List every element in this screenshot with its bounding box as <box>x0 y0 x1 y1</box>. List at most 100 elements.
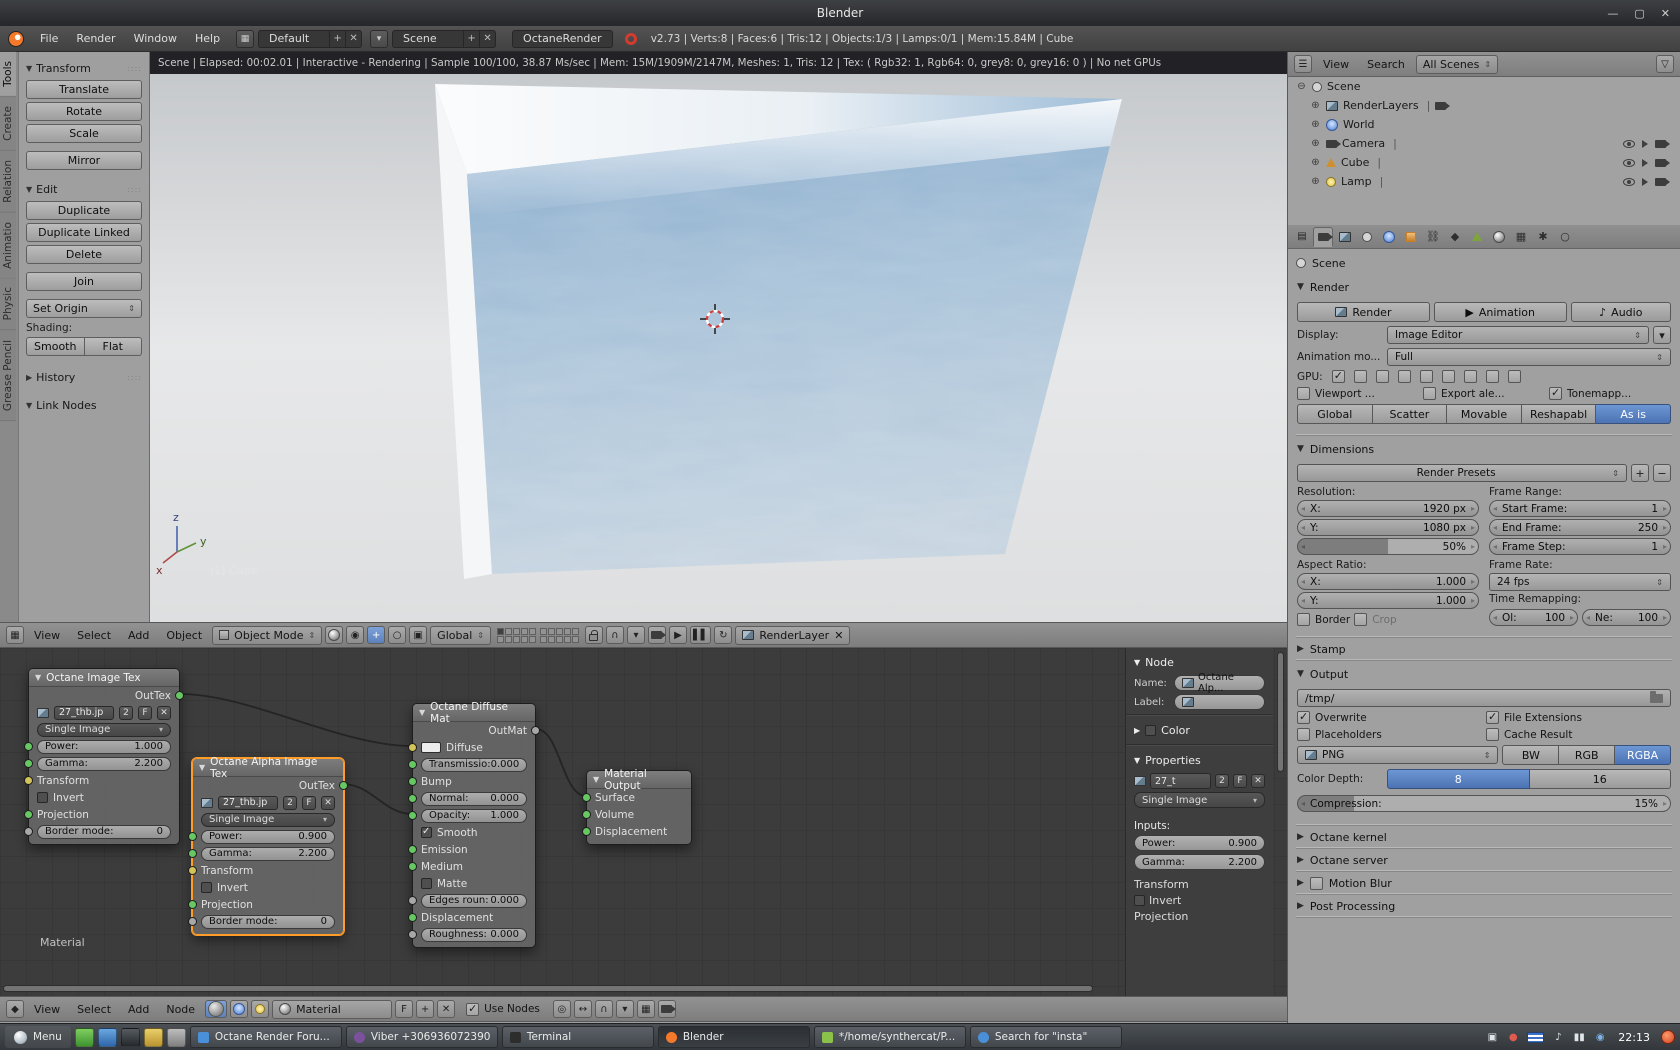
keyboard-layout-flag-icon[interactable] <box>1527 1031 1545 1043</box>
view-menu[interactable]: View <box>27 1001 67 1018</box>
menu-file[interactable]: File <box>32 30 66 47</box>
unlink-icon[interactable]: ✕ <box>321 795 335 810</box>
render-engine-selector[interactable]: OctaneRender <box>512 29 613 48</box>
object-menu[interactable]: Object <box>159 627 209 644</box>
taskbar-window-blender[interactable]: Blender <box>657 1026 810 1048</box>
pivot-dropdown[interactable]: ◉ <box>346 626 365 644</box>
tab-modifiers-icon[interactable]: ◆ <box>1445 227 1465 247</box>
translate-button[interactable]: Translate <box>26 80 142 99</box>
border-mode-field[interactable]: Border mode: 0 <box>201 914 335 929</box>
select-menu[interactable]: Select <box>70 627 118 644</box>
renderability-icon[interactable] <box>1655 158 1670 167</box>
power-field[interactable]: Power: 1.000 <box>37 739 171 754</box>
editor-type-button[interactable]: ▤ <box>1293 228 1311 246</box>
stamp-panel-header[interactable]: ▶ Stamp <box>1297 638 1671 660</box>
remap-new-field[interactable]: Ne: 100 <box>1582 609 1671 626</box>
refresh-render-button[interactable]: ↻ <box>714 626 733 644</box>
output-panel-header[interactable]: ▼ Output <box>1297 663 1671 685</box>
projection-socket[interactable] <box>24 810 33 819</box>
view-menu[interactable]: View <box>1316 56 1356 73</box>
opengl-render-button[interactable] <box>647 626 667 644</box>
maximize-icon[interactable]: ▢ <box>1634 7 1644 20</box>
unlink-icon[interactable]: ✕ <box>157 705 171 720</box>
placeholders-toggle[interactable]: Placeholders <box>1297 728 1482 741</box>
cache-result-checkbox[interactable] <box>1486 728 1499 741</box>
layer-grid-2[interactable] <box>539 627 579 643</box>
normal-field[interactable]: Normal: 0.000 <box>421 791 527 806</box>
node-name-field[interactable]: Octane Alp... <box>1174 672 1265 694</box>
outliner-item-world[interactable]: ⊕ World <box>1288 115 1680 134</box>
tab-tools[interactable]: Tools <box>0 52 16 97</box>
gpu-2-checkbox[interactable] <box>1375 370 1389 383</box>
render-image-button[interactable]: Render <box>1297 302 1430 322</box>
gpu-7-checkbox[interactable] <box>1485 370 1499 383</box>
gpu-6-checkbox[interactable] <box>1463 370 1477 383</box>
gpu-4-checkbox[interactable] <box>1419 370 1433 383</box>
history-panel-header[interactable]: ▶ History :::: <box>26 368 142 386</box>
image-source-dropdown[interactable]: Single Image ▾ <box>37 722 171 737</box>
rotate-button[interactable]: Rotate <box>26 102 142 121</box>
render-audio-button[interactable]: ♪ Audio <box>1570 302 1671 322</box>
tab-grease-pencil[interactable]: Grease Pencil <box>0 330 16 421</box>
node-material-output[interactable]: ▼ Material Output Surface Volume Displac… <box>582 768 692 845</box>
color-rgb-button[interactable]: RGB <box>1559 745 1616 765</box>
post-processing-panel-header[interactable]: ▶ Post Processing <box>1297 895 1671 917</box>
border-checkbox[interactable] <box>1297 613 1310 626</box>
gpu-main-checkbox[interactable] <box>1331 369 1345 383</box>
editor-launcher-icon[interactable] <box>166 1027 186 1047</box>
shader-type-lamp-button[interactable] <box>251 1000 270 1018</box>
gpu-3-checkbox[interactable] <box>1397 370 1411 383</box>
menu-window[interactable]: Window <box>126 30 185 47</box>
gamma-field[interactable]: Gamma: 2.200 <box>201 846 335 861</box>
opacity-socket[interactable] <box>408 811 417 820</box>
crop-checkbox[interactable] <box>1354 613 1368 626</box>
terminal-launcher-icon[interactable] <box>120 1027 140 1047</box>
menu-render[interactable]: Render <box>68 30 123 47</box>
shader-type-world-button[interactable] <box>230 1000 249 1018</box>
gamma-field[interactable]: Gamma: 2.200 <box>1134 854 1265 870</box>
node-editor[interactable]: ▼ Octane Image Tex OutTex 27_thb.jp 2 F … <box>0 648 1287 996</box>
taskbar-window-text-editor[interactable]: */home/synthercat/P... <box>813 1026 966 1048</box>
gpu-8-checkbox[interactable] <box>1507 370 1521 383</box>
file-format-dropdown[interactable]: PNG ⇕ <box>1297 746 1499 764</box>
applications-menu-button[interactable]: Menu <box>5 1026 71 1048</box>
start-frame-field[interactable]: Start Frame: 1 <box>1489 500 1671 517</box>
border-socket[interactable] <box>188 917 197 926</box>
image-name-field[interactable]: 27_thb.jp <box>218 795 278 810</box>
material-selector[interactable]: Material <box>272 999 393 1019</box>
edit-panel-header[interactable]: ▼ Edit :::: <box>26 180 142 198</box>
gamma-field[interactable]: Gamma: 2.200 <box>37 756 171 771</box>
cache-result-toggle[interactable]: Cache Result <box>1486 728 1671 741</box>
tab-material-icon[interactable] <box>1489 227 1509 247</box>
unlink-icon[interactable]: ✕ <box>1251 774 1265 788</box>
link-nodes-panel-header[interactable]: ▼ Link Nodes <box>26 396 142 414</box>
selectability-icon[interactable] <box>1642 158 1648 167</box>
snap-mode-dropdown[interactable]: ▾ <box>615 1000 634 1018</box>
render-presets-dropdown[interactable]: Render Presets ⇕ <box>1297 464 1627 482</box>
tab-object-icon[interactable] <box>1401 227 1421 247</box>
renderability-icon[interactable] <box>1655 177 1670 186</box>
edges-socket[interactable] <box>408 896 417 905</box>
gamma-socket[interactable] <box>188 849 197 858</box>
output-socket[interactable] <box>175 691 184 700</box>
tab-scene-icon[interactable] <box>1357 227 1377 247</box>
placeholders-checkbox[interactable] <box>1297 728 1310 741</box>
aspect-y-field[interactable]: Y: 1.000 <box>1297 592 1479 609</box>
mode-dropdown[interactable]: Object Mode ⇕ <box>212 625 323 645</box>
gpu-1-checkbox[interactable] <box>1353 370 1367 383</box>
node-header[interactable]: ▼ Octane Alpha Image Tex <box>193 756 343 780</box>
displacement-socket[interactable] <box>408 913 417 922</box>
dimensions-panel-header[interactable]: ▼ Dimensions <box>1297 438 1671 460</box>
mode-global-button[interactable]: Global <box>1297 404 1373 424</box>
tonemap-toggle[interactable]: Tonemapp... <box>1549 386 1671 400</box>
users-count-button[interactable]: 2 <box>283 795 297 810</box>
file-extensions-checkbox[interactable] <box>1486 710 1499 724</box>
display-extra-button[interactable]: ▾ <box>1653 326 1671 344</box>
scene-browse-icon[interactable]: ▾ <box>370 29 389 48</box>
depth-16-button[interactable]: 16 <box>1529 769 1671 789</box>
motion-blur-checkbox[interactable] <box>1309 876 1323 890</box>
pause-render-button[interactable]: ▌▌ <box>689 626 712 644</box>
compression-slider[interactable]: Compression: 15% <box>1297 795 1671 812</box>
vertical-scrollbar[interactable] <box>1277 652 1284 772</box>
search-menu[interactable]: Search <box>1360 56 1412 73</box>
